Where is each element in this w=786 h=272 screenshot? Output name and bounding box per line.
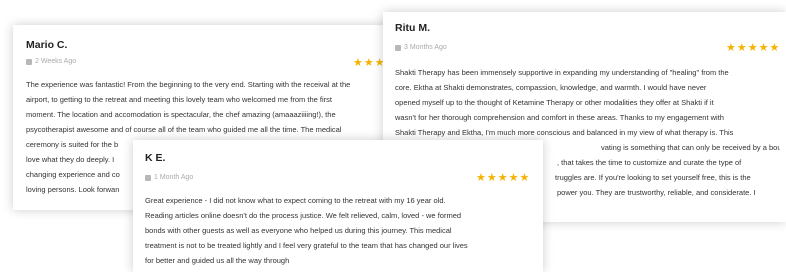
review-line: The experience was fantastic! From the b… <box>26 80 351 89</box>
review-date-text: 2 Weeks Ago <box>35 58 77 65</box>
reviewer-name: Ritu M. <box>395 22 430 34</box>
calendar-icon <box>145 174 151 181</box>
review-date-text: 1 Month Ago <box>154 174 194 181</box>
review-line: psycotherapist awesome and of course all… <box>26 125 342 134</box>
review-line: treatment is not to be treated lightly a… <box>145 241 468 250</box>
review-line: wasn't for her thorough comprehension an… <box>395 113 724 122</box>
review-line: opened myself up to the thought of Ketam… <box>395 98 714 107</box>
review-date: 1 Month Ago <box>145 174 193 181</box>
review-date: 3 Months Ago <box>395 44 447 51</box>
review-line: Shakti Therapy has been immensely suppor… <box>395 68 729 77</box>
review-line: bonds with other guests as well as every… <box>145 226 452 235</box>
reviews-collage: Mario C. 2 Weeks Ago ★★★★★ The experienc… <box>0 0 786 272</box>
review-date-text: 3 Months Ago <box>404 44 447 51</box>
review-text: Great experience - I did not know what t… <box>145 193 537 268</box>
review-line: for better and guided us all the way thr… <box>145 256 290 265</box>
reviewer-name: K E. <box>145 152 166 164</box>
star-rating: ★★★★★ <box>476 172 531 184</box>
review-date: 2 Weeks Ago <box>26 58 76 65</box>
reviewer-name: Mario C. <box>26 39 68 51</box>
review-line: Great experience - I did not know what t… <box>145 196 446 205</box>
calendar-icon <box>26 58 32 65</box>
star-rating: ★★★★★ <box>726 42 781 54</box>
review-line: airport, to getting to the retreat and m… <box>26 95 332 104</box>
review-card-ke: K E. 1 Month Ago ★★★★★ Great experience … <box>133 140 543 272</box>
review-line: moment. The location and accomodation is… <box>26 110 336 119</box>
review-line: core. Ektha at Shakti demonstrates, comp… <box>395 83 707 92</box>
calendar-icon <box>395 44 401 51</box>
review-line: Shakti Therapy and Ektha, I'm much more … <box>395 128 734 137</box>
review-line: Reading articles online doesn't do the p… <box>145 211 462 220</box>
